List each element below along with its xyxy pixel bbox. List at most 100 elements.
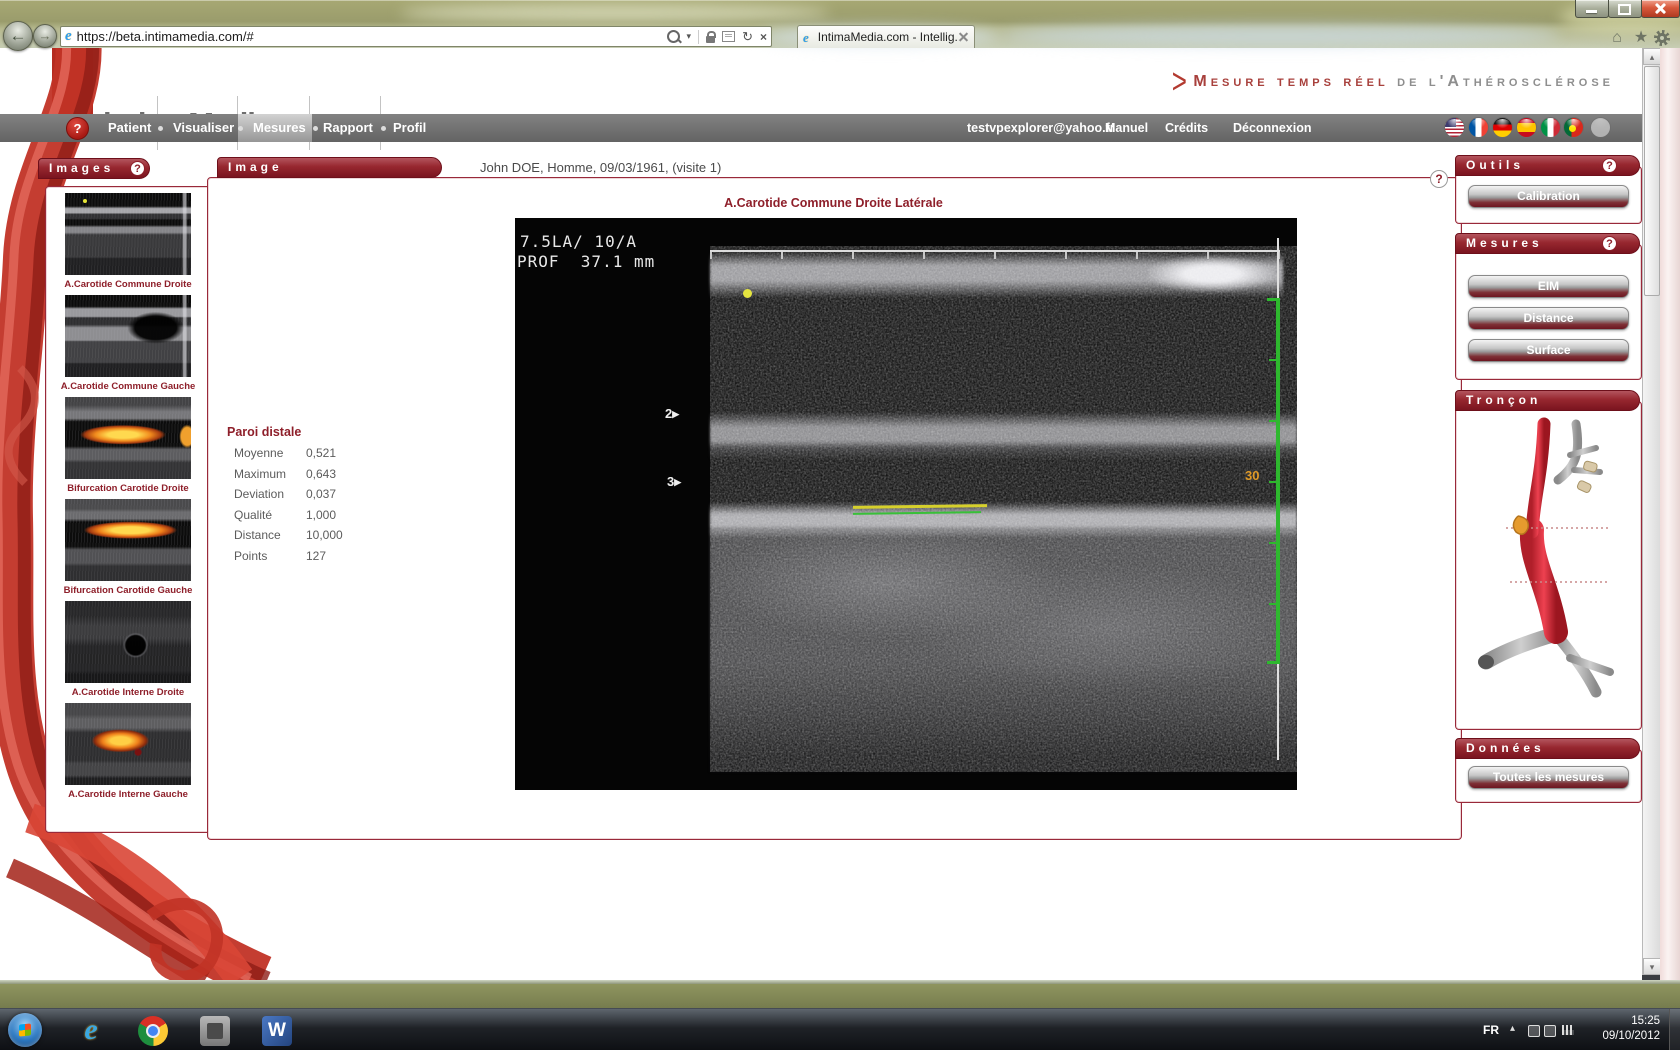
measurement-row: Distance10,000 [227,528,397,549]
divider [698,30,699,44]
search-icon[interactable] [667,30,680,43]
thumbnail-carotide-interne-gauche[interactable] [65,703,191,785]
surface-button[interactable]: Surface [1468,339,1629,362]
image-panel-banner: Image [217,157,442,178]
nav-link-deconnexion[interactable]: Déconnexion [1233,114,1312,142]
calibration-button[interactable]: Calibration [1468,185,1629,208]
main-navbar: ? Patient Visualiser Mesures Rapport Pro… [0,114,1642,142]
nav-item-profil[interactable]: Profil [393,114,426,142]
taskbar-app-icon[interactable] [200,1016,230,1046]
taskbar-ie-icon[interactable]: e [76,1016,106,1046]
flag-fr-icon[interactable] [1468,117,1489,138]
outils-help-icon[interactable]: ? [1602,158,1617,173]
compatibility-view-icon[interactable] [722,31,735,42]
nav-item-rapport[interactable]: Rapport [323,114,373,142]
chevron-icon: > [1172,61,1187,103]
thumbnail-carotide-commune-droite[interactable] [65,193,191,275]
network-icon[interactable] [1562,1025,1574,1035]
search-dropdown-icon[interactable]: ▾ [687,31,692,42]
address-bar[interactable]: e https://beta.intimamedia.com/# ▾ ↻ × [60,26,772,47]
stop-icon[interactable]: × [760,30,767,44]
maximize-button[interactable] [1608,0,1642,18]
thumbnail-carotide-interne-droite[interactable] [65,601,191,683]
toutes-les-mesures-button[interactable]: Toutes les mesures [1468,766,1629,789]
close-button[interactable] [1641,0,1680,18]
nav-bullet [238,126,243,131]
mesures-banner: Mesures ? [1455,233,1640,254]
nav-bullet [313,126,318,131]
language-indicator[interactable]: FR [1483,1023,1499,1037]
outils-banner: Outils ? [1455,155,1640,176]
nav-link-credits[interactable]: Crédits [1165,114,1208,142]
thumbnail-bifurcation-droite[interactable] [65,397,191,479]
marker-3[interactable]: 3▶ [667,474,681,489]
carotid-artery-diagram[interactable] [1458,410,1638,720]
ie-favicon: e [65,29,72,44]
marker-arrow-icon: ▶ [674,477,681,487]
browser-chrome: ← → e https://beta.intimamedia.com/# ▾ ↻… [0,0,1680,48]
nav-item-patient[interactable]: Patient [108,114,151,142]
troncon-panel [1455,401,1642,730]
thumbnail-bifurcation-gauche[interactable] [65,499,191,581]
taskbar: e W FR ▴ 15:25 09/10/2012 [0,1008,1680,1050]
scroll-down-icon[interactable]: ▾ [1643,958,1661,975]
desktop-blur-blob [400,4,830,22]
flag-es-icon[interactable] [1516,117,1537,138]
troncon-banner: Tronçon [1455,390,1640,411]
forward-button[interactable]: → [33,24,57,48]
clock[interactable]: 15:25 09/10/2012 [1602,1014,1660,1044]
clock-time: 15:25 [1602,1014,1660,1029]
taskbar-chrome-icon[interactable] [138,1016,168,1046]
depth-scale-value: 30 [1245,468,1259,483]
flag-pt-icon[interactable] [1563,117,1584,138]
flag-it-icon[interactable] [1540,117,1561,138]
mesures-help-icon[interactable]: ? [1602,236,1617,251]
ultrasound-green-scale [1276,298,1280,664]
flag-de-icon[interactable] [1492,117,1513,138]
back-button[interactable]: ← [3,21,33,51]
image-help-icon[interactable]: ? [1430,170,1448,188]
marker-2[interactable]: 2▶ [665,406,679,421]
tab-title: IntimaMedia.com - Intellig... [818,30,959,44]
flag-us-icon[interactable] [1444,117,1465,138]
ultrasound-horizontal-ruler [710,250,1280,259]
home-icon[interactable]: ⌂ [1606,29,1628,47]
vertical-scrollbar[interactable]: ▴ ▾ [1642,48,1661,975]
gear-icon[interactable] [1654,30,1670,46]
images-help-icon[interactable]: ? [130,161,145,176]
nav-help-icon[interactable]: ? [66,117,89,140]
measurement-row: Deviation0,037 [227,487,397,508]
measurements-block: Paroi distale Moyenne0,521 Maximum0,643 … [227,425,397,569]
start-button[interactable] [8,1013,42,1047]
thumbnail-carotide-commune-gauche[interactable] [65,295,191,377]
browser-tab[interactable]: e IntimaMedia.com - Intellig... [797,25,975,48]
thumbnail-caption: A.Carotide Commune Gauche [46,381,210,392]
address-input[interactable]: https://beta.intimamedia.com/# [77,29,254,44]
page: intimaMedia.com® > Mesure temps réel de … [0,48,1642,980]
screen: ← → e https://beta.intimamedia.com/# ▾ ↻… [0,0,1680,1050]
scrollbar-thumb[interactable] [1644,66,1660,296]
show-desktop-button[interactable] [1669,1009,1680,1050]
account-email: testvpexplorer@yahoo.fr [967,114,1115,142]
images-panel-banner: Images ? [38,158,150,179]
lock-icon [706,36,715,43]
yellow-point-marker[interactable] [743,289,752,298]
taskbar-word-icon[interactable]: W [262,1016,292,1046]
distance-button[interactable]: Distance [1468,307,1629,330]
thumbnail-caption: A.Carotide Interne Droite [46,687,210,698]
ultrasound-image[interactable]: 7.5LA/ 10/A PROF 37.1 mm 30 2▶ 3▶ [515,218,1297,790]
refresh-icon[interactable]: ↻ [742,29,753,45]
tray-expand-icon[interactable]: ▴ [1510,1023,1515,1034]
nav-item-mesures[interactable]: Mesures [253,114,306,142]
nav-item-visualiser[interactable]: Visualiser [173,114,234,142]
favorites-star-icon[interactable]: ★ [1630,29,1652,47]
window-frame-right [1660,48,1680,980]
minimize-button[interactable] [1575,0,1609,18]
tab-close-icon[interactable] [959,32,969,42]
scroll-up-icon[interactable]: ▴ [1643,48,1661,65]
volume-icon[interactable] [1544,1025,1556,1037]
action-center-icon[interactable] [1528,1025,1540,1037]
eim-button[interactable]: EIM [1468,275,1629,298]
nav-link-manuel[interactable]: Manuel [1105,114,1148,142]
clock-date: 09/10/2012 [1602,1029,1660,1044]
